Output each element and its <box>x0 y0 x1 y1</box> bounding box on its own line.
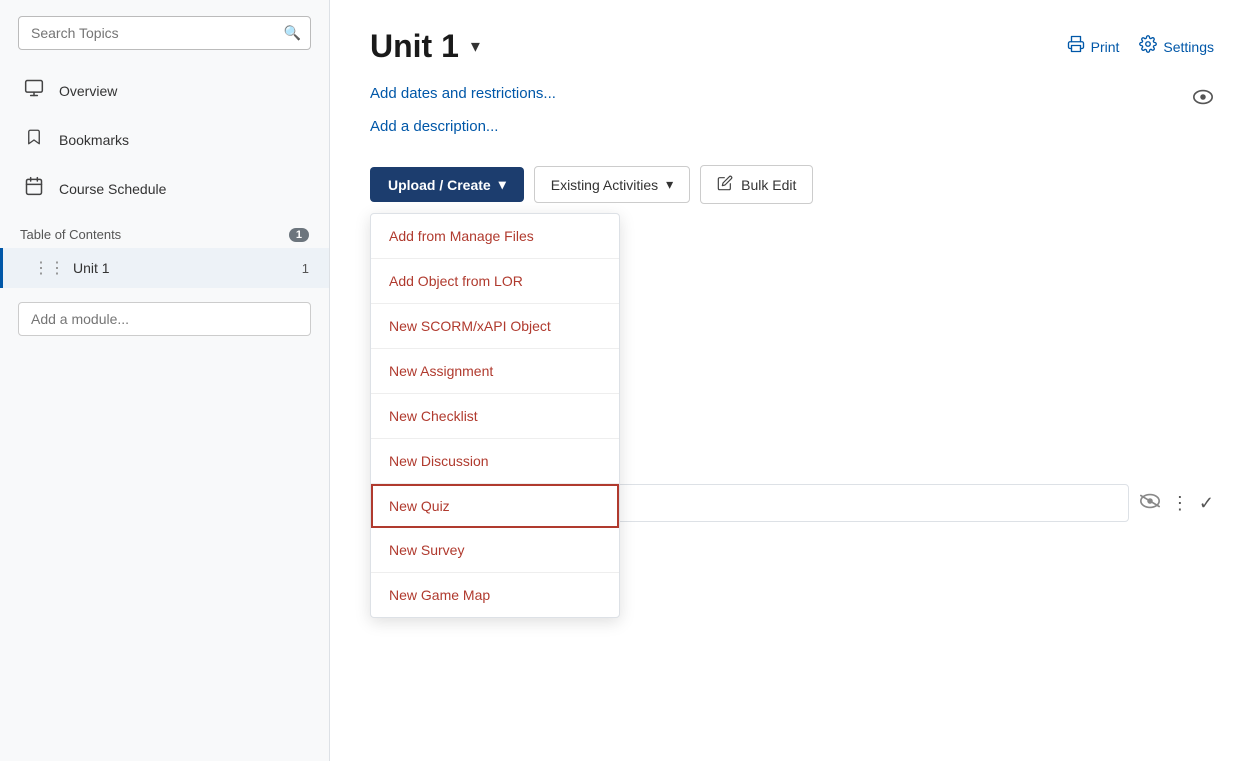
chevron-down-icon: ▾ <box>471 36 480 56</box>
dropdown-item-new-discussion[interactable]: New Discussion <box>371 439 619 484</box>
dropdown-item-new-checklist-label: New Checklist <box>389 408 478 424</box>
toc-item-unit1-count: 1 <box>302 261 309 276</box>
sidebar-item-overview-label: Overview <box>59 83 117 99</box>
header-actions: Print Settings <box>1067 35 1214 58</box>
search-bar: 🔍 <box>18 16 311 50</box>
upload-create-dropdown: Add from Manage Files Add Object from LO… <box>370 213 620 618</box>
dropdown-item-add-object-lor-label: Add Object from LOR <box>389 273 523 289</box>
upload-create-button[interactable]: Upload / Create ▾ <box>370 167 524 202</box>
dropdown-item-new-checklist[interactable]: New Checklist <box>371 394 619 439</box>
dropdown-item-new-scorm[interactable]: New SCORM/xAPI Object <box>371 304 619 349</box>
content-eye-button[interactable] <box>1139 493 1161 514</box>
existing-activities-chevron-icon: ▾ <box>666 176 673 193</box>
content-check-icon[interactable]: ✓ <box>1199 493 1214 514</box>
toc-section-header: Table of Contents 1 <box>0 213 329 248</box>
print-icon <box>1067 35 1085 58</box>
bulk-edit-button[interactable]: Bulk Edit <box>700 165 813 204</box>
sidebar: 🔍 Overview Bookmarks <box>0 0 330 761</box>
sidebar-item-bookmarks-label: Bookmarks <box>59 132 129 148</box>
visibility-toggle-button[interactable] <box>1192 88 1214 111</box>
existing-activities-label: Existing Activities <box>551 177 658 193</box>
print-label: Print <box>1091 39 1120 55</box>
dropdown-item-new-scorm-label: New SCORM/xAPI Object <box>389 318 551 334</box>
settings-button[interactable]: Settings <box>1139 35 1214 58</box>
sidebar-item-course-schedule-label: Course Schedule <box>59 181 166 197</box>
settings-icon <box>1139 35 1157 58</box>
bulk-edit-pencil-icon <box>717 175 733 194</box>
dropdown-item-new-assignment-label: New Assignment <box>389 363 493 379</box>
calendar-icon <box>23 176 45 201</box>
add-dates-link[interactable]: Add dates and restrictions... <box>370 85 556 102</box>
bookmark-icon <box>23 127 45 152</box>
toolbar: Upload / Create ▾ Existing Activities ▾ … <box>370 165 1214 204</box>
page-title-wrap: Unit 1 ▾ <box>370 28 484 65</box>
upload-create-chevron-icon: ▾ <box>499 176 506 193</box>
dropdown-scroll-area: Add from Manage Files Add Object from LO… <box>371 214 619 617</box>
sidebar-item-overview[interactable]: Overview <box>0 66 329 115</box>
add-description-link[interactable]: Add a description... <box>370 118 1214 135</box>
bulk-edit-label: Bulk Edit <box>741 177 796 193</box>
content-more-icon[interactable]: ⋮ <box>1171 493 1189 514</box>
existing-activities-button[interactable]: Existing Activities ▾ <box>534 166 690 203</box>
dropdown-item-new-quiz-label: New Quiz <box>389 498 450 514</box>
toc-item-unit1-label: Unit 1 <box>73 260 110 276</box>
sidebar-item-bookmarks[interactable]: Bookmarks <box>0 115 329 164</box>
upload-create-label: Upload / Create <box>388 177 491 193</box>
dropdown-item-new-assignment[interactable]: New Assignment <box>371 349 619 394</box>
add-module-input[interactable] <box>18 302 311 336</box>
add-module-field <box>18 302 311 336</box>
dropdown-item-new-survey-label: New Survey <box>389 542 464 558</box>
page-title: Unit 1 <box>370 28 459 65</box>
overview-icon <box>23 78 45 103</box>
dropdown-item-add-manage-files-label: Add from Manage Files <box>389 228 534 244</box>
main-content: Unit 1 ▾ Print Settings <box>330 0 1254 761</box>
dropdown-item-add-object-lor[interactable]: Add Object from LOR <box>371 259 619 304</box>
toc-item-dots-icon: ⋮⋮ <box>33 258 65 278</box>
toc-item-unit1[interactable]: ⋮⋮ Unit 1 1 <box>0 248 329 288</box>
dropdown-item-add-manage-files[interactable]: Add from Manage Files <box>371 214 619 259</box>
dropdown-item-new-game-map-label: New Game Map <box>389 587 490 603</box>
dropdown-item-new-survey[interactable]: New Survey <box>371 528 619 573</box>
search-input[interactable] <box>18 16 311 50</box>
sidebar-item-course-schedule[interactable]: Course Schedule <box>0 164 329 213</box>
dropdown-item-new-quiz[interactable]: New Quiz <box>371 484 619 528</box>
print-button[interactable]: Print <box>1067 35 1120 58</box>
main-header: Unit 1 ▾ Print Settings <box>370 28 1214 65</box>
toc-badge: 1 <box>289 228 309 242</box>
title-dropdown-button[interactable]: ▾ <box>467 32 484 61</box>
dropdown-item-new-discussion-label: New Discussion <box>389 453 489 469</box>
dropdown-item-new-game-map[interactable]: New Game Map <box>371 573 619 617</box>
toc-label: Table of Contents <box>20 227 121 242</box>
settings-label: Settings <box>1163 39 1214 55</box>
sidebar-nav: Overview Bookmarks Course Schedule <box>0 66 329 213</box>
